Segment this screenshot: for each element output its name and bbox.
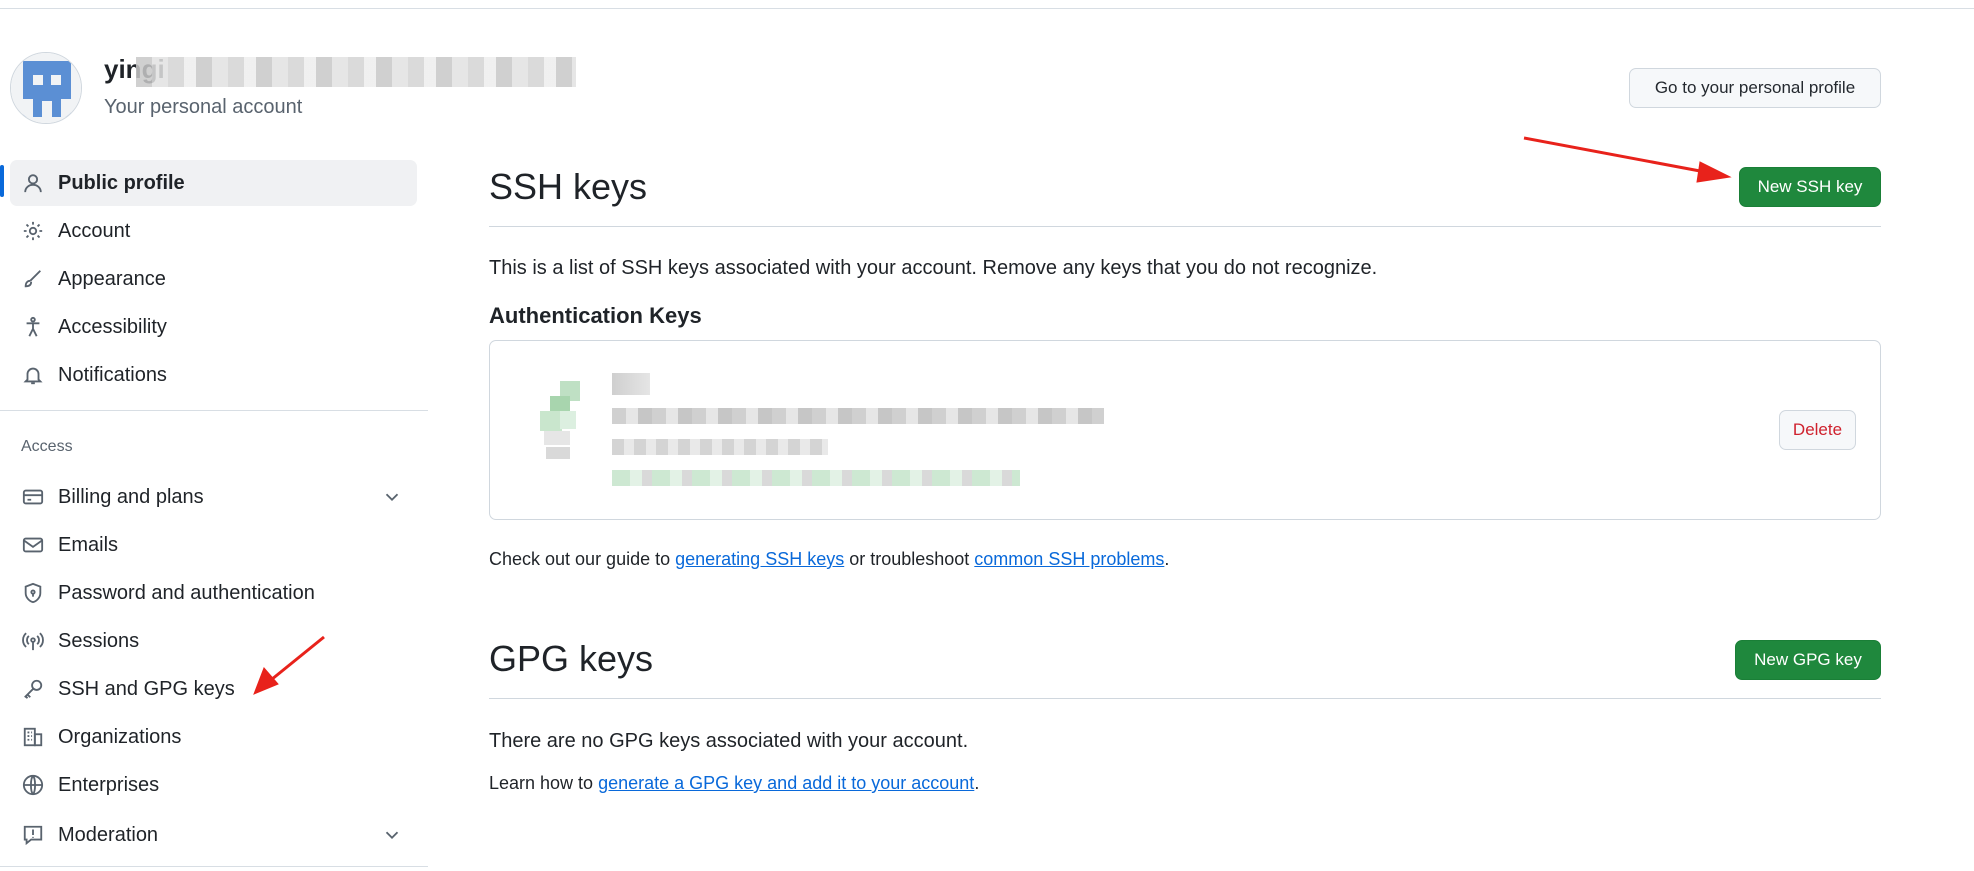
new-ssh-key-button[interactable]: New SSH key [1739,167,1881,207]
shield-icon [20,580,46,606]
guide-prefix: Check out our guide to [489,549,676,569]
credit-card-icon [20,484,46,510]
new-gpg-key-button[interactable]: New GPG key [1735,640,1881,680]
active-indicator [0,165,4,197]
sidebar-item-label: Appearance [58,267,166,290]
gpg-learn-text: Learn how to generate a GPG key and add … [489,773,979,794]
account-subtitle: Your personal account [104,96,303,118]
ssh-key-item: Delete [489,340,1881,520]
go-to-profile-button[interactable]: Go to your personal profile [1629,68,1881,108]
key-fingerprint-icon [540,381,580,459]
sidebar-item-billing[interactable]: Billing and plans [10,474,417,520]
gear-icon [20,218,46,244]
sidebar-divider [0,866,428,867]
sidebar-item-appearance[interactable]: Appearance [10,256,417,302]
sidebar-item-label: Moderation [58,823,159,846]
section-divider [489,226,1881,227]
sidebar-item-moderation[interactable]: Moderation [10,812,417,858]
guide-middle: or troubleshoot [844,549,975,569]
top-divider [0,8,1974,9]
organization-icon [20,724,46,750]
sidebar-item-label: Accessibility [58,315,167,338]
sidebar-item-account[interactable]: Account [10,208,417,254]
redacted-last-used [612,470,1020,486]
sidebar-item-label: Sessions [58,629,140,652]
person-icon [20,170,46,196]
redacted-added-date [612,439,828,455]
paintbrush-icon [20,266,46,292]
sidebar-item-label: Organizations [58,725,182,748]
generating-ssh-keys-link[interactable]: generating SSH keys [675,549,844,569]
section-divider [489,698,1881,699]
sidebar-section-heading: Access [21,438,73,455]
report-icon [20,822,46,848]
learn-prefix: Learn how to [489,773,599,793]
sidebar-item-label: Password and authentication [58,581,315,604]
sidebar-item-label: Billing and plans [58,485,204,508]
sidebar-item-organizations[interactable]: Organizations [10,714,417,760]
sidebar-item-accessibility[interactable]: Accessibility [10,304,417,350]
arrow-to-new-ssh-key [1523,136,1732,183]
broadcast-icon [20,628,46,654]
sidebar-item-label: SSH and GPG keys [58,677,235,700]
avatar[interactable] [10,52,82,124]
sidebar-item-label: Enterprises [58,773,160,796]
delete-key-button[interactable]: Delete [1779,410,1856,450]
gpg-empty-text: There are no GPG keys associated with yo… [489,730,969,752]
sidebar-item-password[interactable]: Password and authentication [10,570,417,616]
sidebar-item-label: Notifications [58,363,167,386]
mail-icon [20,532,46,558]
gpg-keys-title: GPG keys [489,638,654,679]
sidebar-item-public-profile[interactable]: Public profile [10,160,417,206]
authentication-keys-heading: Authentication Keys [489,303,702,328]
sidebar-item-ssh-gpg-keys[interactable]: SSH and GPG keys [10,666,417,712]
ssh-guide-text: Check out our guide to generating SSH ke… [489,549,1169,570]
redacted-fingerprint [612,408,1104,424]
sidebar-item-emails[interactable]: Emails [10,522,417,568]
redacted-key-title [612,373,650,395]
ssh-keys-title: SSH keys [489,166,648,207]
sidebar-item-label: Account [58,219,131,242]
bell-icon [20,362,46,388]
key-icon [20,676,46,702]
chevron-down-icon[interactable] [381,486,403,508]
ssh-description: This is a list of SSH keys associated wi… [489,257,1378,279]
guide-suffix: . [1164,549,1170,569]
sidebar-item-label: Emails [58,533,119,556]
sidebar-item-label: Public profile [58,171,185,194]
chevron-down-icon[interactable] [381,824,403,846]
learn-suffix: . [974,773,980,793]
redacted-username [136,57,576,87]
sidebar-item-notifications[interactable]: Notifications [10,352,417,398]
generate-gpg-key-link[interactable]: generate a GPG key and add it to your ac… [598,773,974,793]
accessibility-icon [20,314,46,340]
sidebar-item-sessions[interactable]: Sessions [10,618,417,664]
sidebar-divider [0,410,428,411]
sidebar-item-enterprises[interactable]: Enterprises [10,762,417,808]
globe-icon [20,772,46,798]
common-ssh-problems-link[interactable]: common SSH problems [974,549,1164,569]
